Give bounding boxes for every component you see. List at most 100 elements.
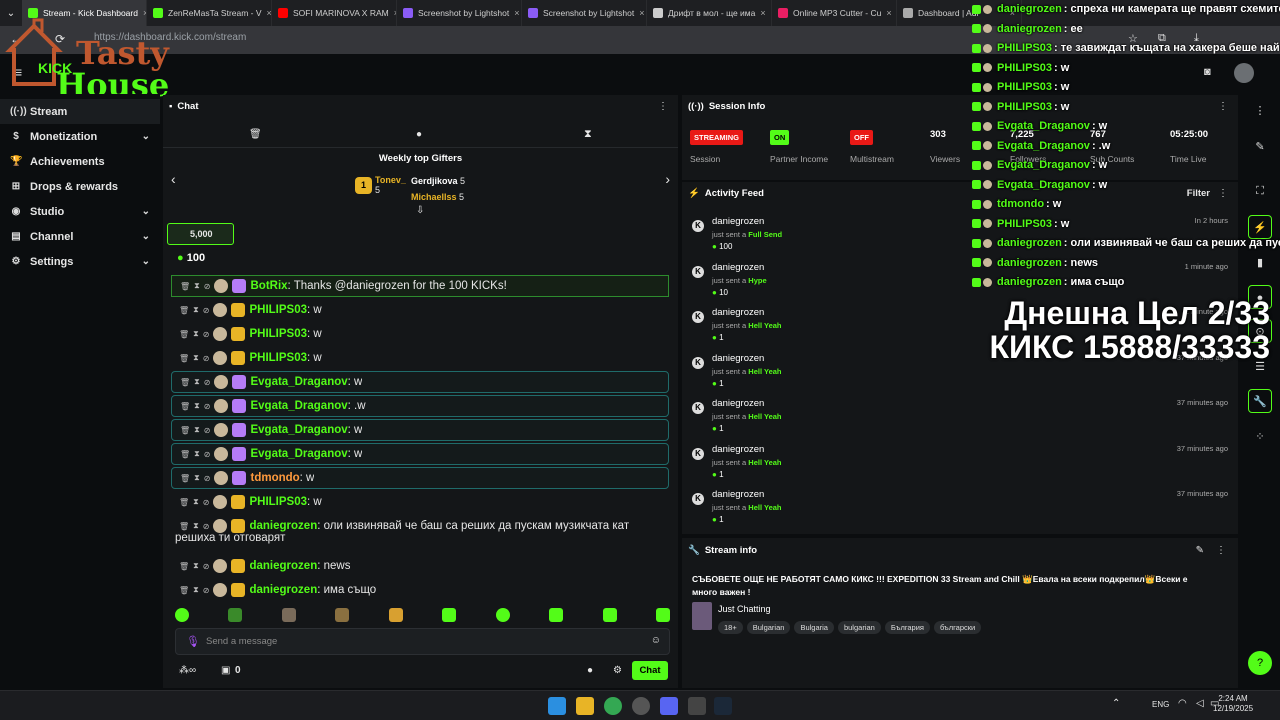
chat-message[interactable]: 🗑 ⧗ ⊘ PHILIPS03: w xyxy=(171,299,669,321)
activity-item[interactable]: K daniegrozen just sent a Hell Yeah ● 1 … xyxy=(692,487,1228,531)
chat-username[interactable]: Evgata_Draganov xyxy=(250,376,347,388)
rail-edit-icon[interactable]: ✎ xyxy=(1248,135,1272,159)
activity-user[interactable]: daniegrozen xyxy=(712,262,764,273)
app-icon[interactable] xyxy=(688,697,706,715)
emote-icon[interactable] xyxy=(335,608,350,622)
rail-wrench-icon[interactable]: 🔧 xyxy=(1248,389,1272,413)
tab-close-icon[interactable]: × xyxy=(886,8,891,18)
chevron-down-icon[interactable]: ⌄ xyxy=(142,131,150,142)
discord-icon[interactable] xyxy=(660,697,678,715)
obs-icon[interactable] xyxy=(632,697,650,715)
ban-icon[interactable]: ⊘ xyxy=(203,354,210,363)
delete-message-icon[interactable]: 🗑 xyxy=(180,282,190,291)
activity-item[interactable]: K daniegrozen just sent a Full Send ● 10… xyxy=(692,214,1228,258)
stream-tag[interactable]: български xyxy=(933,621,982,634)
chat-more-icon[interactable]: ⋮ xyxy=(658,101,668,112)
timeout-icon[interactable]: ⧗ xyxy=(194,281,200,291)
tab-close-icon[interactable]: × xyxy=(760,8,765,18)
chat-send-button[interactable]: Chat xyxy=(632,661,668,680)
session-more-icon[interactable]: ⋮ xyxy=(1218,101,1228,112)
chat-message[interactable]: 🗑 ⧗ ⊘ PHILIPS03: w xyxy=(171,323,669,345)
chat-message[interactable]: 🗑 ⧗ ⊘ Evgata_Draganov: w xyxy=(171,371,669,393)
sidebar-item-channel[interactable]: ▤ Channel ⌄ xyxy=(0,224,160,249)
chat-message[interactable]: 🗑 ⧗ ⊘ daniegrozen: има също xyxy=(171,579,669,601)
chat-message[interactable]: 🗑 ⧗ ⊘ PHILIPS03: w xyxy=(171,491,669,513)
rail-more-icon[interactable]: ⋮ xyxy=(1248,99,1272,123)
emote-icon[interactable] xyxy=(281,608,296,622)
expand-chevron-icon[interactable]: ⇩ xyxy=(416,205,424,216)
sidebar-item-monetization[interactable]: $ Monetization ⌄ xyxy=(0,124,160,149)
emote-icon[interactable] xyxy=(228,608,243,622)
stream-tag[interactable]: Bulgaria xyxy=(794,621,834,634)
chat-username[interactable]: PHILIPS03 xyxy=(249,352,307,364)
timeout-icon[interactable]: ⧗ xyxy=(193,497,199,507)
timeout-icon[interactable]: ⧗ xyxy=(193,329,199,339)
help-icon[interactable]: ? xyxy=(1248,651,1272,675)
emote-icon[interactable] xyxy=(602,608,617,622)
avatar[interactable] xyxy=(1234,63,1254,83)
browser-tab[interactable]: Screenshot by Lightshot × xyxy=(522,0,647,26)
studio-switch-icon[interactable]: ◙ xyxy=(1204,66,1211,78)
ban-icon[interactable]: ⊘ xyxy=(203,562,210,571)
ban-icon[interactable]: ⊘ xyxy=(204,450,211,459)
activity-user[interactable]: daniegrozen xyxy=(712,444,764,455)
chat-message[interactable]: 🗑 ⧗ ⊘ Evgata_Draganov: w xyxy=(171,419,669,441)
timeout-icon[interactable]: ⧗ xyxy=(193,561,199,571)
ban-icon[interactable]: ⊘ xyxy=(204,474,211,483)
delete-message-icon[interactable]: 🗑 xyxy=(180,474,190,483)
emote-icon[interactable] xyxy=(175,608,189,622)
browser-tab[interactable]: SOFI MARINOVA X RAM × xyxy=(272,0,397,26)
emote-icon[interactable] xyxy=(388,608,403,622)
activity-item[interactable]: K daniegrozen just sent a Hell Yeah ● 1 … xyxy=(692,442,1228,486)
file-explorer-icon[interactable] xyxy=(576,697,594,715)
timeout-icon[interactable]: ⧗ xyxy=(194,401,200,411)
stream-tag[interactable]: България xyxy=(884,621,930,634)
trash-icon[interactable]: 🗑 xyxy=(249,129,262,140)
pinned-kick-amount[interactable]: 5,000 xyxy=(167,223,234,245)
chat-message[interactable]: 🗑 ⧗ ⊘ daniegrozen: news xyxy=(171,555,669,577)
chat-message[interactable]: 🗑 ⧗ ⊘ Evgata_Draganov: .w xyxy=(171,395,669,417)
ban-icon[interactable]: ⊘ xyxy=(203,306,210,315)
ban-icon[interactable]: ⊘ xyxy=(204,426,211,435)
rail-share-icon[interactable]: ⁘ xyxy=(1248,425,1272,449)
timer-icon[interactable]: ⧗ xyxy=(584,128,592,141)
emote-icon[interactable] xyxy=(495,608,510,622)
timeout-icon[interactable]: ⧗ xyxy=(194,449,200,459)
tab-close-icon[interactable]: × xyxy=(267,8,271,18)
steam-icon[interactable] xyxy=(714,697,732,715)
delete-message-icon[interactable]: 🗑 xyxy=(180,402,190,411)
tab-close-icon[interactable]: × xyxy=(639,8,644,18)
browser-tab[interactable]: Online MP3 Cutter - Cu × xyxy=(772,0,897,26)
sidebar-item-achievements[interactable]: 🏆 Achievements xyxy=(0,149,160,174)
ban-icon[interactable]: ⊘ xyxy=(203,330,210,339)
chat-message[interactable]: 🗑 ⧗ ⊘ Evgata_Draganov: w xyxy=(171,443,669,465)
emoji-icon[interactable]: ☺ xyxy=(651,635,661,646)
delete-message-icon[interactable]: 🗑 xyxy=(180,450,190,459)
clock[interactable]: 2:24 AM 12/19/2025 xyxy=(1213,694,1253,714)
timeout-icon[interactable]: ⧗ xyxy=(194,473,200,483)
chat-mode-icon[interactable]: ● xyxy=(416,129,422,140)
ban-icon[interactable]: ⊘ xyxy=(203,586,210,595)
filter-button[interactable]: Filter xyxy=(1187,188,1210,199)
timeout-icon[interactable]: ⧗ xyxy=(194,377,200,387)
activity-user[interactable]: daniegrozen xyxy=(712,489,764,500)
browser-tab[interactable]: Дрифт в мол - ще има × xyxy=(647,0,772,26)
activity-user[interactable]: daniegrozen xyxy=(712,398,764,409)
message-input[interactable]: 🎙 Send a message ☺ xyxy=(175,628,670,655)
chat-username[interactable]: BotRix xyxy=(250,280,287,292)
gifters-next-icon[interactable]: › xyxy=(665,171,670,187)
delete-message-icon[interactable]: 🗑 xyxy=(179,306,189,315)
activity-item[interactable]: K daniegrozen just sent a Hell Yeah ● 1 … xyxy=(692,396,1228,440)
chat-username[interactable]: daniegrozen xyxy=(249,584,317,596)
activity-more-icon[interactable]: ⋮ xyxy=(1218,188,1228,199)
mic-icon[interactable]: 🎙 xyxy=(186,635,200,648)
delete-message-icon[interactable]: 🗑 xyxy=(179,522,189,531)
chat-message[interactable]: 🗑 ⧗ ⊘ BotRix: Thanks @daniegrozen for th… xyxy=(171,275,669,297)
chrome-icon[interactable] xyxy=(604,697,622,715)
chat-username[interactable]: Evgata_Draganov xyxy=(250,448,347,460)
stream-tag[interactable]: 18+ xyxy=(718,621,743,634)
delete-message-icon[interactable]: 🗑 xyxy=(179,562,189,571)
emote-icon[interactable] xyxy=(655,608,670,622)
sidebar-item-settings[interactable]: ⚙ Settings ⌄ xyxy=(0,249,160,274)
wifi-icon[interactable]: ◠ xyxy=(1178,698,1187,709)
